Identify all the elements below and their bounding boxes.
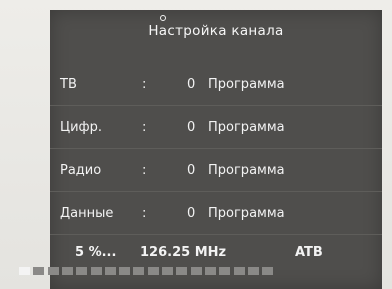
row-count: 0 [187,120,196,135]
progress-segment [176,267,188,275]
progress-segment [247,267,259,275]
row-unit: Программа [208,163,285,178]
row-count: 0 [187,77,196,92]
row-label: Данные [60,206,114,221]
progress-segment [76,267,88,275]
progress-segment [162,267,173,275]
row-separator: : [142,163,147,178]
progress-segment [190,267,202,275]
tv-standard: ATB [295,245,323,260]
progress-segment [119,267,131,275]
progress-segment [104,267,116,275]
row-digital: Цифр. : 0 Программа [50,106,382,149]
row-divider [50,234,382,235]
row-unit: Программа [208,206,285,221]
progress-segment [133,267,145,275]
row-unit: Программа [208,120,285,135]
row-separator: : [142,206,147,221]
degree-mark-icon [160,15,166,21]
progress-segment [61,267,73,275]
row-separator: : [142,120,147,135]
progress-segment [33,267,45,275]
progress-segment [262,267,274,275]
progress-segment [204,267,216,275]
scan-percent: 5 %... [75,245,117,260]
progress-segment [19,267,30,275]
row-count: 0 [187,206,196,221]
panel-title: Настройка канала [148,23,284,39]
progress-segment [47,267,59,275]
scan-frequency: 126.25 MHz [140,245,227,260]
progress-segment [147,267,159,275]
row-radio: Радио : 0 Программа [50,149,382,192]
row-tv: ТВ : 0 Программа [50,63,382,106]
row-data: Данные : 0 Программа [50,192,382,235]
channel-tuning-panel: Настройка канала ТВ : 0 Программа Цифр. … [50,10,382,289]
row-separator: : [142,77,147,92]
row-label: ТВ [60,77,77,92]
row-label: Радио [60,163,102,178]
progress-segment [219,267,231,275]
row-unit: Программа [208,77,285,92]
progress-segment [233,267,245,275]
row-count: 0 [187,163,196,178]
row-label: Цифр. [60,120,103,135]
progress-segment [90,267,102,275]
